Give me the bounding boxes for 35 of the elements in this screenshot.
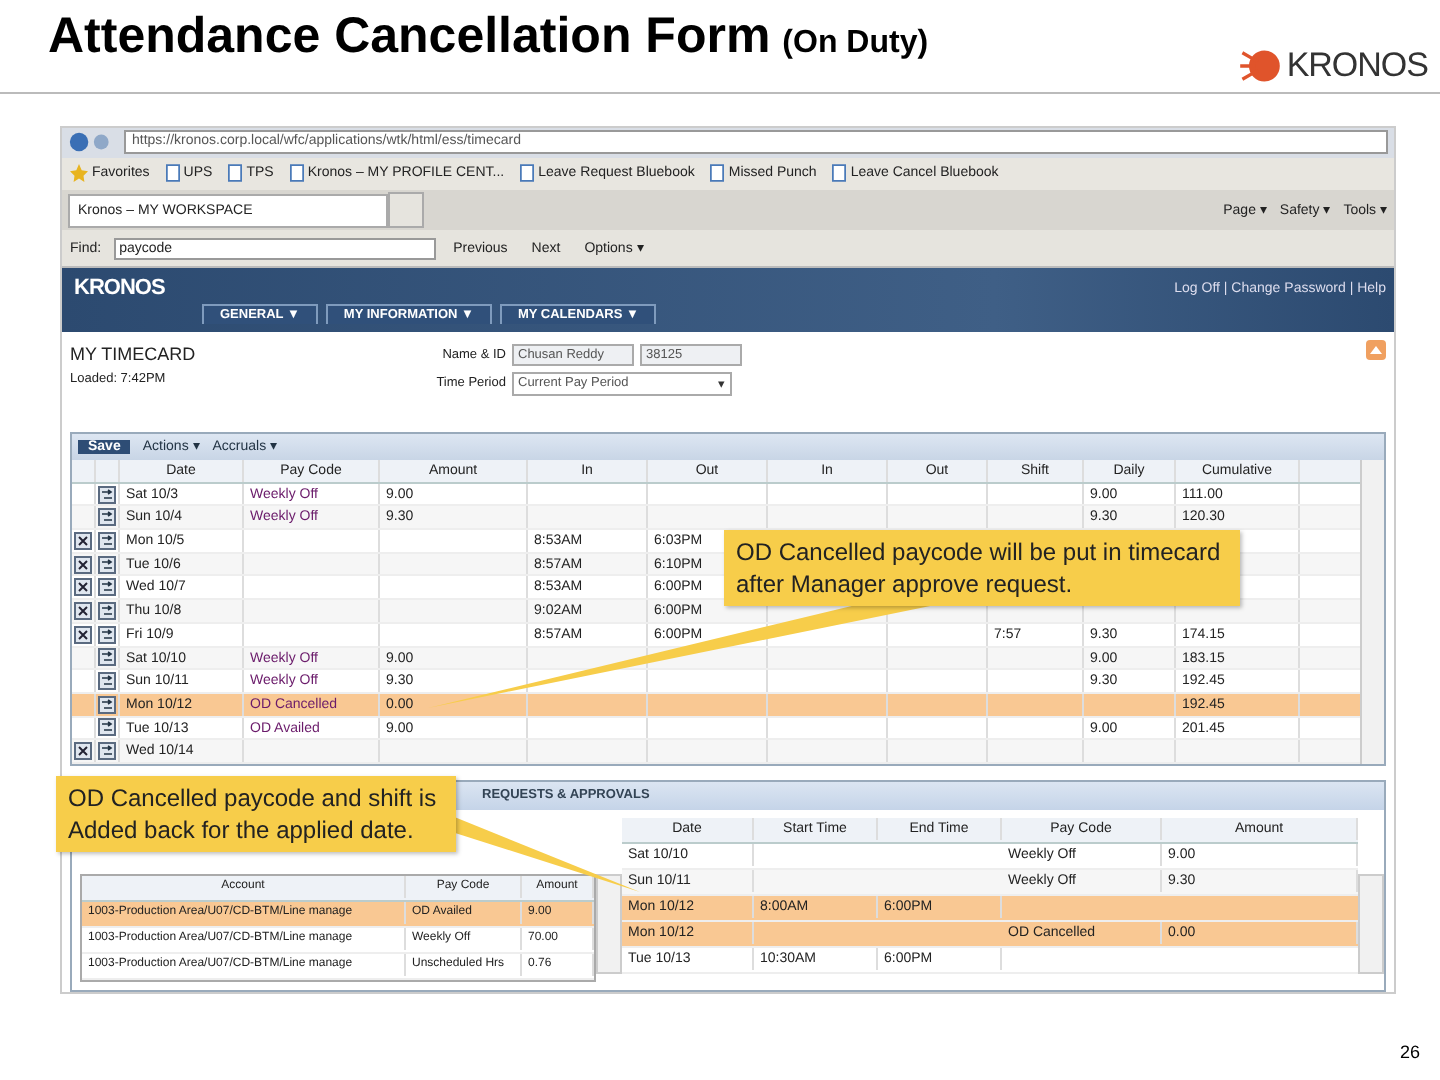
transfer-icon[interactable] [98,602,116,621]
page-icon [520,164,535,183]
delete-icon[interactable] [74,531,92,550]
transfer-icon[interactable] [98,555,116,574]
delete-icon[interactable] [74,555,92,574]
delete-icon[interactable] [74,602,92,621]
page-icon [228,164,243,183]
scrollbar[interactable] [596,873,622,974]
delete-icon[interactable] [74,742,92,761]
transfer-icon[interactable] [98,718,116,737]
transfer-icon[interactable] [98,695,116,714]
transfer-icon[interactable] [98,485,116,504]
timecard-title: MY TIMECARD [70,343,198,364]
page-number: 26 [1399,1042,1420,1062]
slide-title: Attendance Cancellation Form [48,8,771,66]
star-icon [70,164,88,183]
transfer-icon[interactable] [98,531,116,550]
page-icon [710,164,725,183]
app-logo: KRONOS [74,276,165,301]
company-logo: KRONOS [1286,46,1428,86]
transfer-icon[interactable] [98,625,116,644]
scrollbar[interactable] [1360,459,1384,764]
delete-icon[interactable] [74,578,92,597]
page-icon [165,164,180,183]
transfer-icon[interactable] [98,648,116,667]
scrollbar[interactable] [1358,873,1384,974]
callout-text: OD Cancelled paycode and shift is Added back for the applied date. [68,784,437,844]
transfer-icon[interactable] [98,508,116,527]
page-icon [289,164,304,183]
transfer-icon[interactable] [98,578,116,597]
slide-subtitle: (On Duty) [782,26,929,62]
delete-icon[interactable] [74,625,92,644]
transfer-icon[interactable] [98,742,116,761]
page-icon [832,164,847,183]
transfer-icon[interactable] [98,672,116,691]
